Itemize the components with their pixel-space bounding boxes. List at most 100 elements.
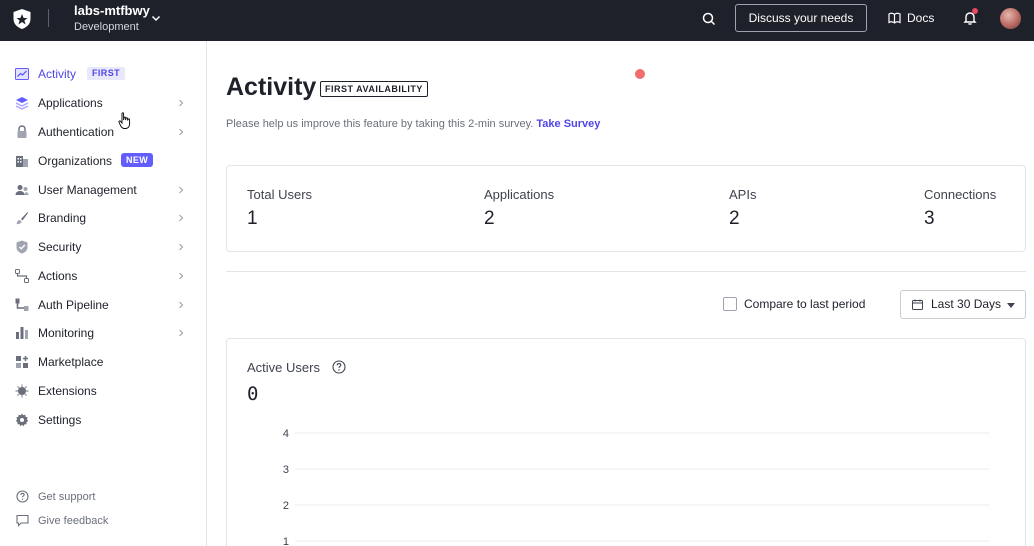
stat-label: Total Users [247, 187, 313, 202]
get-support-link[interactable]: Get support [0, 487, 206, 507]
hand-cursor-icon [118, 112, 131, 129]
sidebar-item-label: Marketplace [38, 355, 104, 369]
stat-total-users: Total Users 1 [247, 186, 312, 232]
sidebar-item-monitoring[interactable]: Monitoring [0, 319, 206, 347]
chevron-down-icon[interactable] [150, 12, 162, 24]
tenant-name[interactable]: labs-mtfbwy [74, 3, 150, 19]
chevron-right-icon [179, 99, 184, 107]
compare-label: Compare to last period [744, 297, 866, 311]
new-badge: NEW [121, 153, 154, 167]
stat-applications: Applications 2 [484, 186, 554, 232]
docs-label: Docs [907, 11, 935, 25]
chevron-right-icon [179, 272, 184, 280]
tenant-environment: Development [74, 21, 139, 33]
discuss-needs-button[interactable]: Discuss your needs [735, 4, 867, 32]
sidebar-item-label: Branding [38, 211, 87, 225]
sidebar-item-label: Security [38, 240, 82, 254]
sidebar-item-label: Applications [38, 96, 103, 110]
give-feedback-link[interactable]: Give feedback [0, 511, 206, 531]
stat-value: 1 [247, 208, 258, 229]
compare-checkbox[interactable] [723, 297, 737, 311]
chevron-right-icon [179, 243, 184, 251]
sidebar-item-extensions[interactable]: Extensions [0, 377, 206, 405]
puzzle-icon [15, 384, 29, 398]
stat-label: Connections [924, 187, 997, 202]
users-icon [15, 185, 29, 195]
caret-down-icon [1007, 303, 1015, 308]
give-feedback-label: Give feedback [38, 515, 109, 527]
active-users-card: Active Users 0 4 3 2 1 [226, 338, 1026, 546]
sidebar-item-security[interactable]: Security [0, 233, 206, 261]
sidebar-item-marketplace[interactable]: Marketplace [0, 348, 206, 376]
sidebar: Activity FIRST Applications Authenticati… [0, 41, 207, 546]
chevron-right-icon [179, 301, 184, 309]
first-availability-badge: FIRST AVAILABILITY [320, 81, 428, 97]
chevron-right-icon [179, 128, 184, 136]
sidebar-item-label: Actions [38, 269, 78, 283]
calendar-icon [912, 299, 923, 310]
flow-icon [15, 269, 29, 283]
section-divider [226, 271, 1026, 272]
recording-dot [635, 69, 645, 79]
sidebar-item-settings[interactable]: Settings [0, 406, 206, 434]
chat-bubble-icon [16, 514, 29, 527]
sidebar-item-branding[interactable]: Branding [0, 204, 206, 232]
chevron-right-icon [179, 214, 184, 222]
shield-icon [16, 240, 28, 254]
help-circle-icon [16, 490, 29, 503]
survey-text: Please help us improve this feature by t… [226, 118, 534, 130]
first-badge: FIRST [87, 67, 125, 80]
lock-icon [17, 125, 27, 138]
chevron-right-icon [179, 329, 184, 337]
survey-message: Please help us improve this feature by t… [226, 117, 600, 131]
compare-toggle[interactable]: Compare to last period [723, 297, 865, 311]
sidebar-item-organizations[interactable]: Organizations NEW [0, 147, 206, 175]
stat-label: APIs [729, 187, 757, 202]
avatar[interactable] [1000, 8, 1021, 29]
sidebar-item-actions[interactable]: Actions [0, 262, 206, 290]
stat-value: 2 [484, 208, 495, 229]
applications-icon [15, 97, 29, 110]
sidebar-item-auth-pipeline[interactable]: Auth Pipeline [0, 291, 206, 319]
gear-icon [15, 413, 29, 427]
sidebar-item-label: Settings [38, 413, 82, 427]
building-icon [16, 156, 28, 167]
stats-card: Total Users 1 Applications 2 APIs 2 Conn… [226, 165, 1026, 252]
topbar-divider [48, 9, 49, 27]
chevron-right-icon [179, 186, 184, 194]
stat-connections: Connections 3 [924, 186, 996, 232]
pipeline-icon [15, 298, 29, 311]
docs-link[interactable]: Docs [888, 10, 934, 26]
sidebar-item-label: Activity [38, 67, 77, 81]
sidebar-item-label: User Management [38, 183, 137, 197]
tenant-switcher[interactable]: labs-mtfbwy Development [74, 3, 150, 35]
stat-apis: APIs 2 [729, 186, 756, 232]
stat-value: 3 [924, 208, 935, 229]
sidebar-item-label: Auth Pipeline [38, 298, 109, 312]
chart-title: Active Users [247, 360, 320, 375]
sidebar-item-user-management[interactable]: User Management [0, 176, 206, 204]
active-users-value: 0 [247, 383, 259, 405]
date-range-select[interactable]: Last 30 Days [900, 290, 1026, 319]
active-users-chart: 4 3 2 1 [283, 428, 989, 546]
sidebar-item-activity[interactable]: Activity FIRST [0, 60, 206, 88]
stat-value: 2 [729, 208, 740, 229]
sidebar-item-label: Authentication [38, 125, 115, 139]
search-icon[interactable] [701, 11, 717, 27]
sidebar-item-applications[interactable]: Applications [0, 89, 206, 117]
help-circle-icon[interactable] [332, 360, 346, 374]
sidebar-item-label: Monitoring [38, 326, 95, 340]
top-bar: labs-mtfbwy Development Discuss your nee… [0, 0, 1034, 41]
grid-plus-icon [16, 356, 28, 368]
page-title: Activity [226, 73, 317, 101]
brush-icon [16, 212, 28, 225]
sidebar-item-authentication[interactable]: Authentication [0, 118, 206, 146]
activity-icon [15, 68, 29, 80]
y-tick-label: 3 [283, 464, 289, 476]
y-tick-label: 2 [283, 500, 289, 512]
sidebar-item-label: Organizations [38, 154, 113, 168]
y-tick-label: 1 [283, 536, 289, 546]
auth0-logo-icon[interactable] [11, 8, 33, 30]
take-survey-link[interactable]: Take Survey [536, 118, 600, 130]
y-tick-label: 4 [283, 428, 289, 440]
